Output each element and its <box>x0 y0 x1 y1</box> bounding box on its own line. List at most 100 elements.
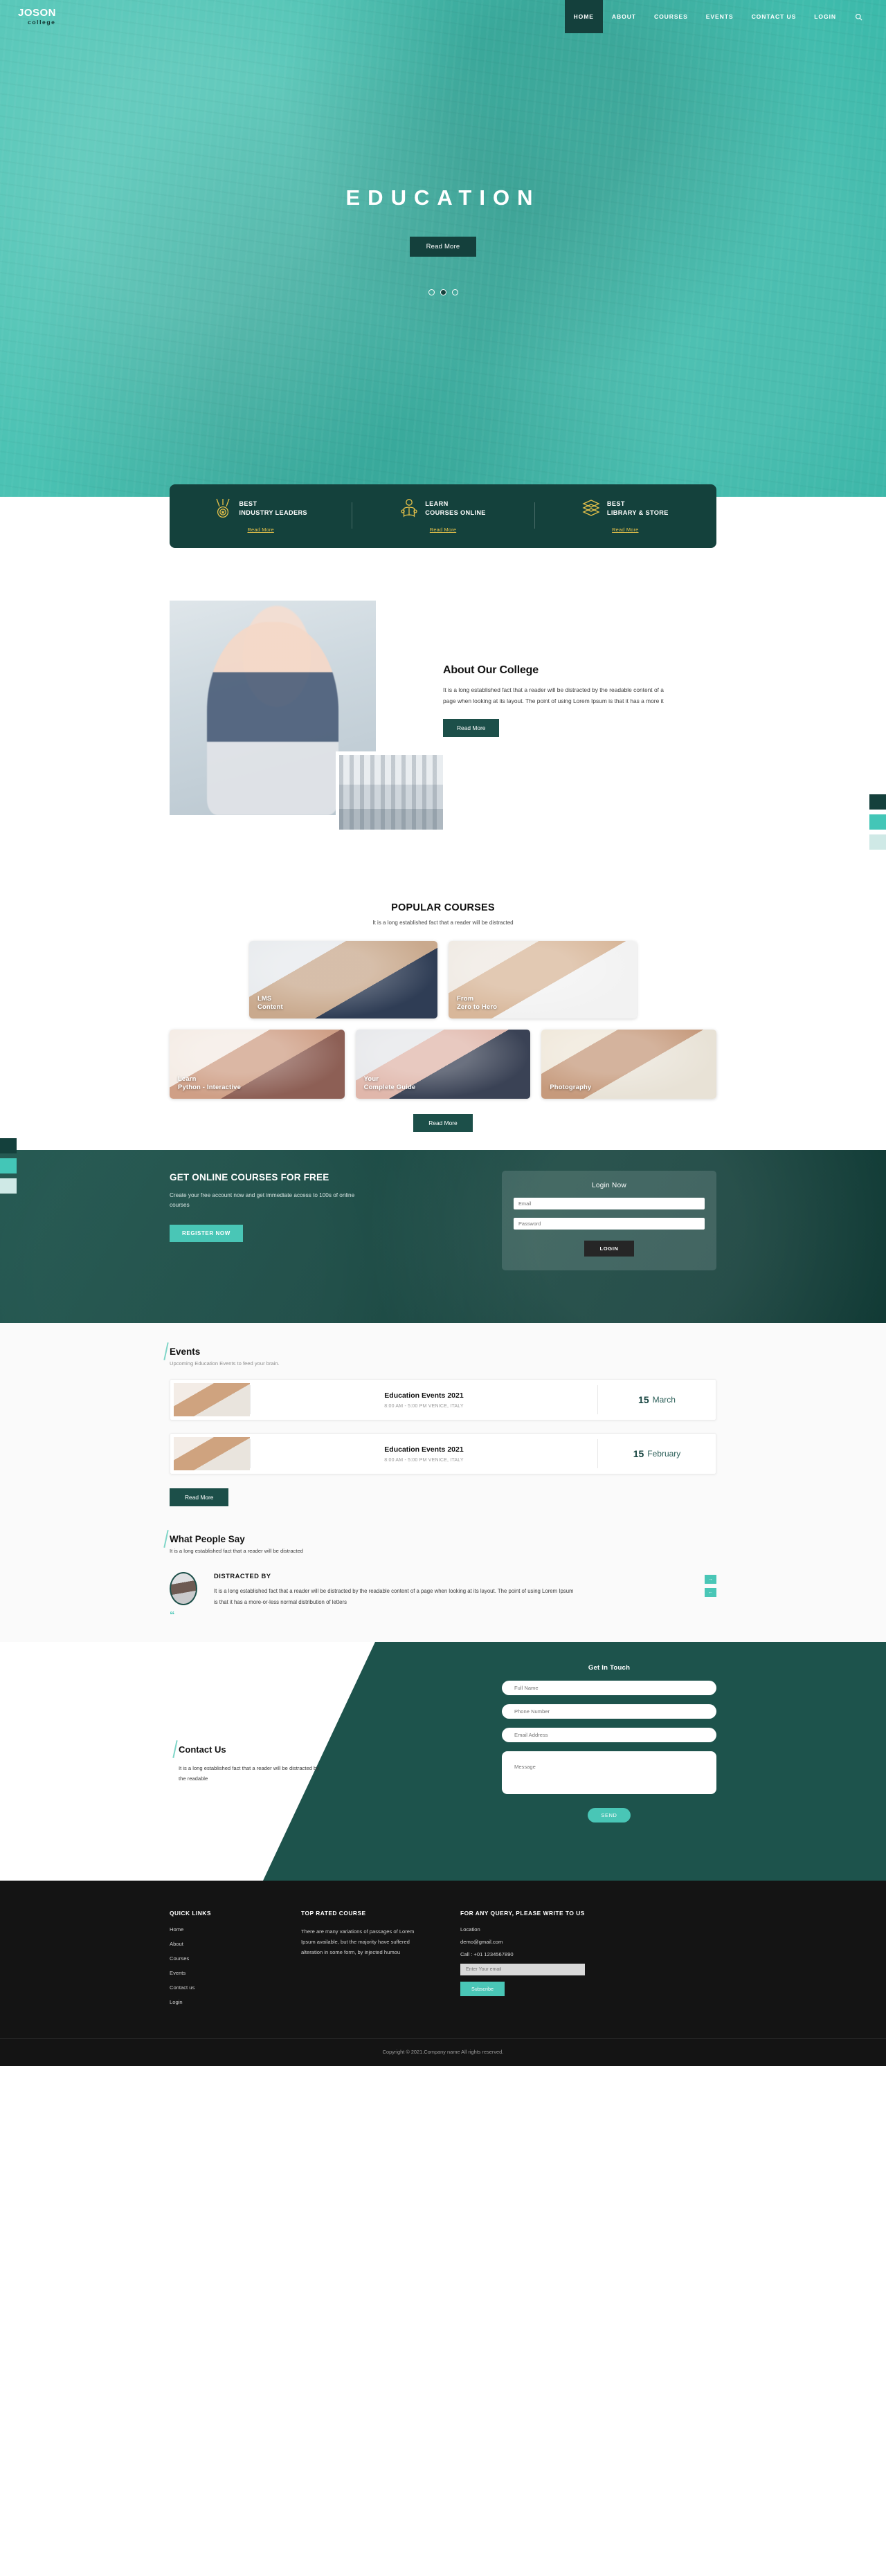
course-card-lms-content[interactable]: LMS Content <box>249 941 437 1018</box>
arrow-right-icon[interactable]: → <box>705 1575 716 1584</box>
login-password-input[interactable] <box>514 1218 705 1230</box>
site-logo[interactable]: JOSON college <box>0 0 56 26</box>
feature-line2: INDUSTRY LEADERS <box>239 509 307 516</box>
course-label-line2: Complete Guide <box>363 1083 416 1091</box>
swatch-mid[interactable] <box>869 814 886 830</box>
phone-number-input[interactable] <box>502 1704 716 1719</box>
logo-secondary: college <box>28 19 56 26</box>
feature-label-courses-online: LEARN COURSES ONLINE <box>425 500 486 518</box>
register-now-button[interactable]: REGISTER NOW <box>170 1224 243 1242</box>
footer-link-contact-us[interactable]: Contact us <box>170 1984 301 1991</box>
footer-link-login[interactable]: Login <box>170 1999 301 2005</box>
events-subheading: Upcoming Education Events to feed your b… <box>170 1360 280 1367</box>
nav-item-login[interactable]: LOGIN <box>805 0 845 33</box>
nav-item-events[interactable]: EVENTS <box>697 0 743 33</box>
about-read-more-button[interactable]: Read More <box>443 719 500 738</box>
course-label-line1: Your <box>363 1074 379 1082</box>
feature-courses-online[interactable]: LEARN COURSES ONLINE Read More <box>352 498 534 533</box>
footer-query: FOR ANY QUERY, PLEASE WRITE TO US Locati… <box>460 1910 716 2013</box>
feature-industry-leaders[interactable]: BEST INDUSTRY LEADERS Read More <box>170 498 352 533</box>
about-section: About Our College It is a long establish… <box>0 580 886 898</box>
footer-link-about[interactable]: About <box>170 1941 301 1947</box>
course-label-line1: From <box>457 994 474 1002</box>
footer-query-heading: FOR ANY QUERY, PLEASE WRITE TO US <box>460 1910 585 1917</box>
course-card-zero-to-hero[interactable]: From Zero to Hero <box>449 941 637 1018</box>
search-icon[interactable] <box>845 0 868 33</box>
footer-link-courses[interactable]: Courses <box>170 1955 301 1962</box>
swatch-light[interactable] <box>0 1178 17 1194</box>
event-meta: 8:00 AM - 5:00 PM VENICE, ITALY <box>384 1403 464 1409</box>
events-read-more-button[interactable]: Read More <box>170 1488 229 1506</box>
hero-title: EDUCATION <box>345 185 541 210</box>
logo-primary: JOSON <box>18 7 57 19</box>
footer-link-home[interactable]: Home <box>170 1926 301 1933</box>
courses-subheading: It is a long established fact that a rea… <box>372 920 514 926</box>
feature-read-more-2[interactable]: Read More <box>430 527 456 533</box>
courses-heading: POPULAR COURSES <box>391 902 495 913</box>
about-image-classroom <box>336 751 446 833</box>
nav-item-home[interactable]: HOME <box>564 0 603 33</box>
hero-section: JOSON college HOME ABOUT COURSES EVENTS … <box>0 0 886 497</box>
course-label-line1: Learn <box>178 1074 197 1082</box>
subscribe-button[interactable]: Subscribe <box>460 1982 505 1996</box>
courses-header: POPULAR COURSES It is a long established… <box>0 902 886 926</box>
about-heading: About Our College <box>443 664 539 676</box>
feature-read-more-3[interactable]: Read More <box>612 527 638 533</box>
footer-top-rated-text: There are many variations of passages of… <box>301 1928 415 1956</box>
message-textarea[interactable] <box>502 1751 716 1794</box>
carousel-dot-3[interactable] <box>451 289 458 295</box>
footer-email[interactable]: demo@gmail.com <box>460 1939 716 1945</box>
course-card-complete-guide[interactable]: Your Complete Guide <box>355 1030 531 1099</box>
course-card-learn-python[interactable]: Learn Python - Interactive <box>170 1030 345 1099</box>
contact-heading: Contact Us <box>179 1744 226 1755</box>
course-label-line1: LMS <box>257 994 272 1002</box>
carousel-dot-1[interactable] <box>428 289 435 295</box>
testimonials-subheading: It is a long established fact that a rea… <box>170 1548 303 1554</box>
banner-content: GET ONLINE COURSES FOR FREE Create your … <box>170 1172 467 1270</box>
carousel-dot-2[interactable] <box>440 289 446 295</box>
site-footer: QUICK LINKS Home About Courses Events Co… <box>0 1881 886 2066</box>
footer-top-rated-heading: TOP RATED COURSE <box>301 1910 366 1917</box>
feature-line2: LIBRARY & STORE <box>606 509 669 516</box>
banner-heading: GET ONLINE COURSES FOR FREE <box>170 1172 329 1182</box>
hero-read-more-button[interactable]: Read More <box>409 237 477 257</box>
testimonial-author: DISTRACTED BY <box>214 1572 271 1580</box>
nav-item-contact-us[interactable]: CONTACT US <box>743 0 806 33</box>
courses-section: POPULAR COURSES It is a long established… <box>0 898 886 1150</box>
swatch-light[interactable] <box>869 834 886 850</box>
testimonial-item: “ DISTRACTED BY It is a long established… <box>170 1572 716 1621</box>
full-name-input[interactable] <box>502 1681 716 1695</box>
features-bar: BEST INDUSTRY LEADERS Read More LEARN CO… <box>170 484 716 548</box>
event-row[interactable]: Education Events 2021 8:00 AM - 5:00 PM … <box>170 1433 716 1474</box>
course-grid-row2: Learn Python - Interactive Your Complete… <box>170 1030 716 1099</box>
event-row[interactable]: Education Events 2021 8:00 AM - 5:00 PM … <box>170 1379 716 1421</box>
footer-quick-links: QUICK LINKS Home About Courses Events Co… <box>170 1910 301 2013</box>
feature-read-more-1[interactable]: Read More <box>247 527 273 533</box>
nav-item-about[interactable]: ABOUT <box>603 0 645 33</box>
event-details: Education Events 2021 8:00 AM - 5:00 PM … <box>250 1385 598 1414</box>
swatch-dark[interactable] <box>0 1138 17 1153</box>
course-card-photography[interactable]: Photography <box>541 1030 716 1099</box>
event-date: 15 March <box>598 1380 716 1420</box>
login-card: Login Now LOGIN <box>502 1171 716 1270</box>
footer-link-events[interactable]: Events <box>170 1970 301 1976</box>
arrow-left-icon[interactable]: ← <box>705 1588 716 1597</box>
swatch-mid[interactable] <box>0 1158 17 1173</box>
swatch-dark[interactable] <box>869 794 886 810</box>
medal-icon <box>214 498 232 519</box>
subscribe-email-input[interactable] <box>460 1964 585 1975</box>
feature-library-store[interactable]: BEST LIBRARY & STORE Read More <box>534 498 716 533</box>
course-label-line2: Python - Interactive <box>178 1083 241 1091</box>
courses-read-more-button[interactable]: Read More <box>413 1114 473 1132</box>
nav-item-courses[interactable]: COURSES <box>645 0 697 33</box>
events-section: Events Upcoming Education Events to feed… <box>0 1323 886 1513</box>
page-root: JOSON college HOME ABOUT COURSES EVENTS … <box>0 0 886 2066</box>
course-card-label: Your Complete Guide <box>364 1075 416 1092</box>
login-email-input[interactable] <box>514 1198 705 1209</box>
quote-icon: “ <box>170 1609 175 1621</box>
send-button[interactable]: SEND <box>587 1808 631 1823</box>
login-submit-button[interactable]: LOGIN <box>584 1241 634 1257</box>
contact-content: Contact Us It is a long established fact… <box>179 1744 324 1784</box>
testimonial-text: DISTRACTED BY It is a long established f… <box>214 1572 574 1607</box>
email-address-input[interactable] <box>502 1728 716 1742</box>
